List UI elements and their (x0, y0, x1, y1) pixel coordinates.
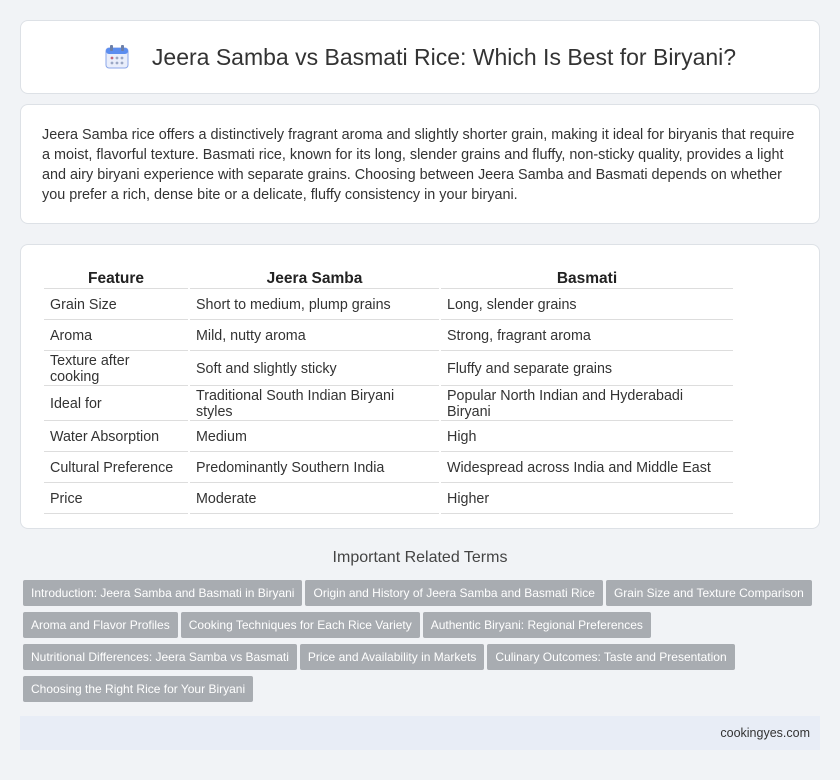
table-row: Grain Size Short to medium, plump grains… (44, 291, 733, 320)
table-row: Water Absorption Medium High (44, 423, 733, 452)
related-term-tag[interactable]: Origin and History of Jeera Samba and Ba… (305, 580, 603, 606)
table-row: Cultural Preference Predominantly Southe… (44, 454, 733, 483)
table-cell: Fluffy and separate grains (441, 353, 733, 386)
table-cell: Grain Size (44, 291, 188, 320)
intro-text: Jeera Samba rice offers a distinctively … (42, 127, 795, 203)
table-cell: Ideal for (44, 388, 188, 421)
table-cell: Aroma (44, 322, 188, 351)
table-cell: Long, slender grains (441, 291, 733, 320)
related-term-tag[interactable]: Introduction: Jeera Samba and Basmati in… (23, 580, 303, 606)
related-term-tag[interactable]: Choosing the Right Rice for Your Biryani (23, 676, 254, 702)
column-header: Feature (44, 267, 188, 289)
related-term-tag[interactable]: Authentic Biryani: Regional Preferences (422, 612, 651, 638)
table-row: Texture after cooking Soft and slightly … (44, 353, 733, 386)
related-term-tag[interactable]: Cooking Techniques for Each Rice Variety (180, 612, 420, 638)
table-cell: Medium (190, 423, 439, 452)
table-cell: High (441, 423, 733, 452)
related-terms-list: Introduction: Jeera Samba and Basmati in… (23, 580, 823, 708)
related-term-tag[interactable]: Culinary Outcomes: Taste and Presentatio… (487, 644, 735, 670)
table-cell: Popular North Indian and Hyderabadi Biry… (441, 388, 733, 421)
table-cell: Higher (441, 485, 733, 514)
table-header-row: Feature Jeera Samba Basmati (44, 267, 733, 289)
related-term-tag[interactable]: Price and Availability in Markets (299, 644, 485, 670)
page-title: Jeera Samba vs Basmati Rice: Which Is Be… (151, 43, 737, 70)
column-header: Basmati (441, 267, 733, 289)
table-cell: Cultural Preference (44, 454, 188, 483)
table-cell: Water Absorption (44, 423, 188, 452)
comparison-table: Feature Jeera Samba Basmati Grain Size S… (42, 265, 735, 516)
comparison-card: Feature Jeera Samba Basmati Grain Size S… (20, 244, 820, 529)
table-cell: Soft and slightly sticky (190, 353, 439, 386)
table-cell: Widespread across India and Middle East (441, 454, 733, 483)
table-cell: Traditional South Indian Biryani styles (190, 388, 439, 421)
table-row: Price Moderate Higher (44, 485, 733, 514)
table-cell: Predominantly Southern India (190, 454, 439, 483)
table-row: Aroma Mild, nutty aroma Strong, fragrant… (44, 322, 733, 351)
related-term-tag[interactable]: Nutritional Differences: Jeera Samba vs … (23, 644, 297, 670)
related-term-tag[interactable]: Grain Size and Texture Comparison (605, 580, 812, 606)
related-term-tag[interactable]: Aroma and Flavor Profiles (23, 612, 178, 638)
table-cell: Short to medium, plump grains (190, 291, 439, 320)
column-header: Jeera Samba (190, 267, 439, 289)
related-terms-heading: Important Related Terms (332, 549, 508, 566)
table-cell: Moderate (190, 485, 439, 514)
table-row: Ideal for Traditional South Indian Birya… (44, 388, 733, 421)
table-cell: Mild, nutty aroma (190, 322, 439, 351)
title-card: Jeera Samba vs Basmati Rice: Which Is Be… (20, 20, 820, 94)
intro-card: Jeera Samba rice offers a distinctively … (20, 104, 820, 224)
footer-site-link[interactable]: cookingyes.com (720, 726, 810, 740)
table-cell: Strong, fragrant aroma (441, 322, 733, 351)
calendar-icon (104, 44, 130, 70)
table-cell: Price (44, 485, 188, 514)
footer: cookingyes.com (20, 716, 820, 750)
table-cell: Texture after cooking (44, 353, 188, 386)
